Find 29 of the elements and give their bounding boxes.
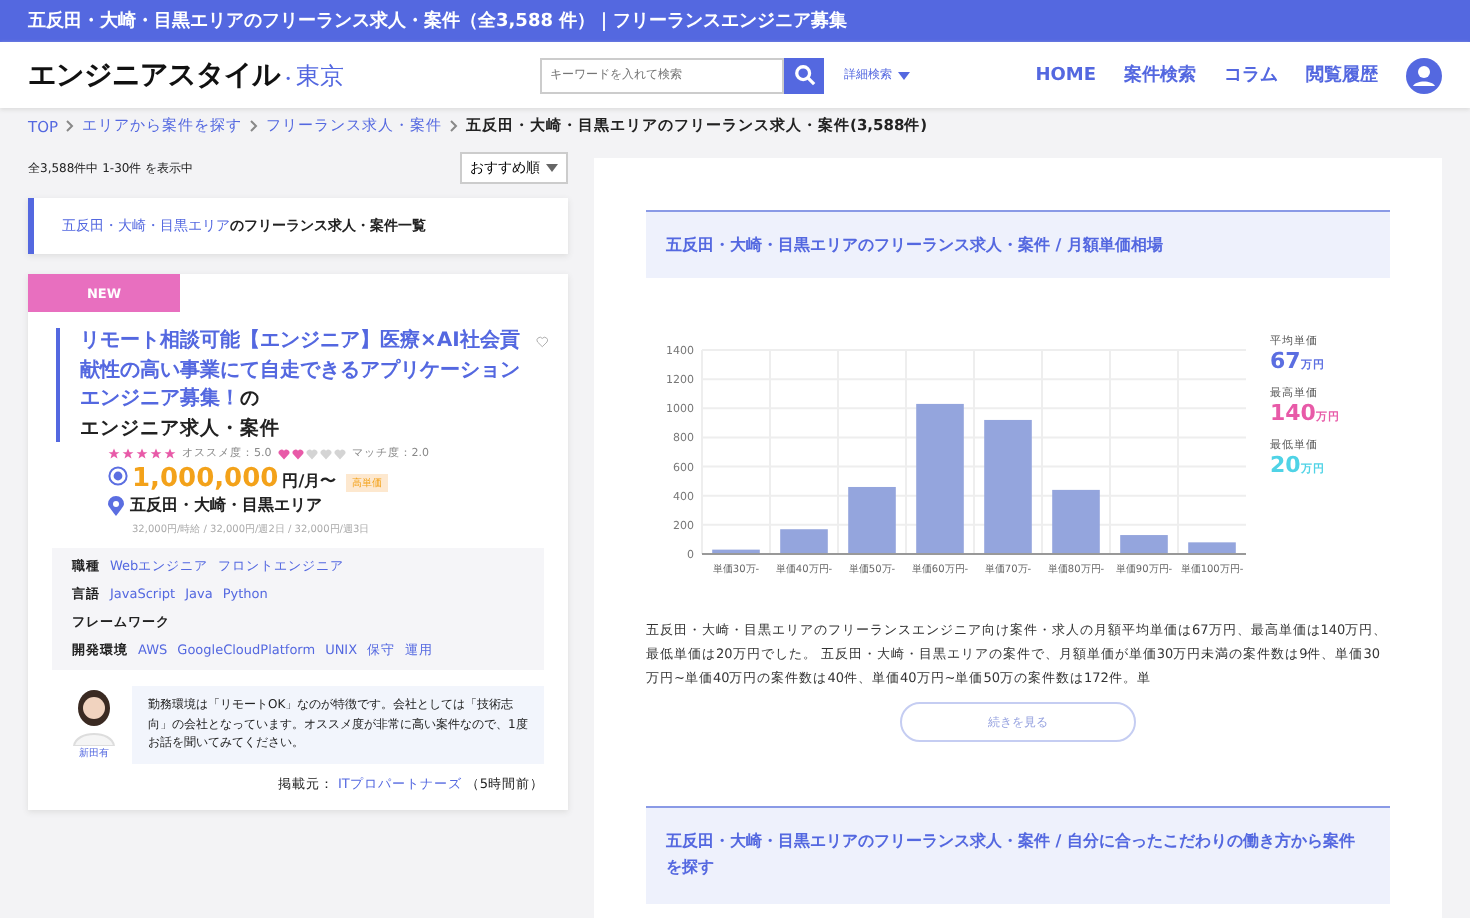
chart-bar	[1188, 542, 1236, 554]
site-logo[interactable]: エンジニアスタイル・東京	[28, 57, 540, 93]
chart-bar	[984, 419, 1032, 554]
chevron-icon	[66, 120, 75, 132]
salary-unit: 円/月〜	[282, 470, 337, 493]
salary-amount: 1,000,000	[132, 464, 279, 495]
nav-link[interactable]: コラム	[1224, 62, 1278, 88]
nav-link[interactable]: 案件検索	[1124, 62, 1196, 88]
chevron-icon	[450, 120, 459, 132]
agent-avatar	[72, 686, 116, 747]
job-location: 五反田・大崎・目黒エリア	[130, 494, 322, 517]
chart-bar	[848, 486, 896, 554]
nav-link[interactable]: 閲覧履歴	[1306, 62, 1378, 88]
chart-bar	[780, 529, 828, 554]
caret-icon	[898, 71, 910, 79]
yen-coin-icon	[108, 466, 128, 487]
section-heading: 五反田・大崎・目黒エリアのフリーランス求人・案件 / 月額単価相場	[646, 210, 1390, 278]
nav-link[interactable]: HOME	[1035, 65, 1096, 85]
chevron-icon	[250, 120, 259, 132]
search-icon	[793, 64, 815, 86]
job-title: リモート相談可能【エンジニア】医療×AI社会貢献性の高い事業にて自走できるアプリケーションエンジニア募集！の エンジニア求人・案件	[56, 328, 524, 443]
user-icon[interactable]	[1406, 57, 1442, 93]
search-button[interactable]	[784, 57, 824, 93]
chart-bar	[1052, 489, 1100, 554]
chart-bar	[712, 549, 760, 554]
location-pin-icon	[108, 495, 124, 516]
section-heading: 五反田・大崎・目黒エリアのフリーランス求人・案件 / 自分に合ったこだわりの働き方から案件を探す	[646, 806, 1390, 904]
caret-icon	[546, 164, 558, 172]
page-title: 五反田・大崎・目黒エリアのフリーランス求人・案件（全3,588 件）｜フリーランスエンジニア募集	[28, 8, 848, 34]
